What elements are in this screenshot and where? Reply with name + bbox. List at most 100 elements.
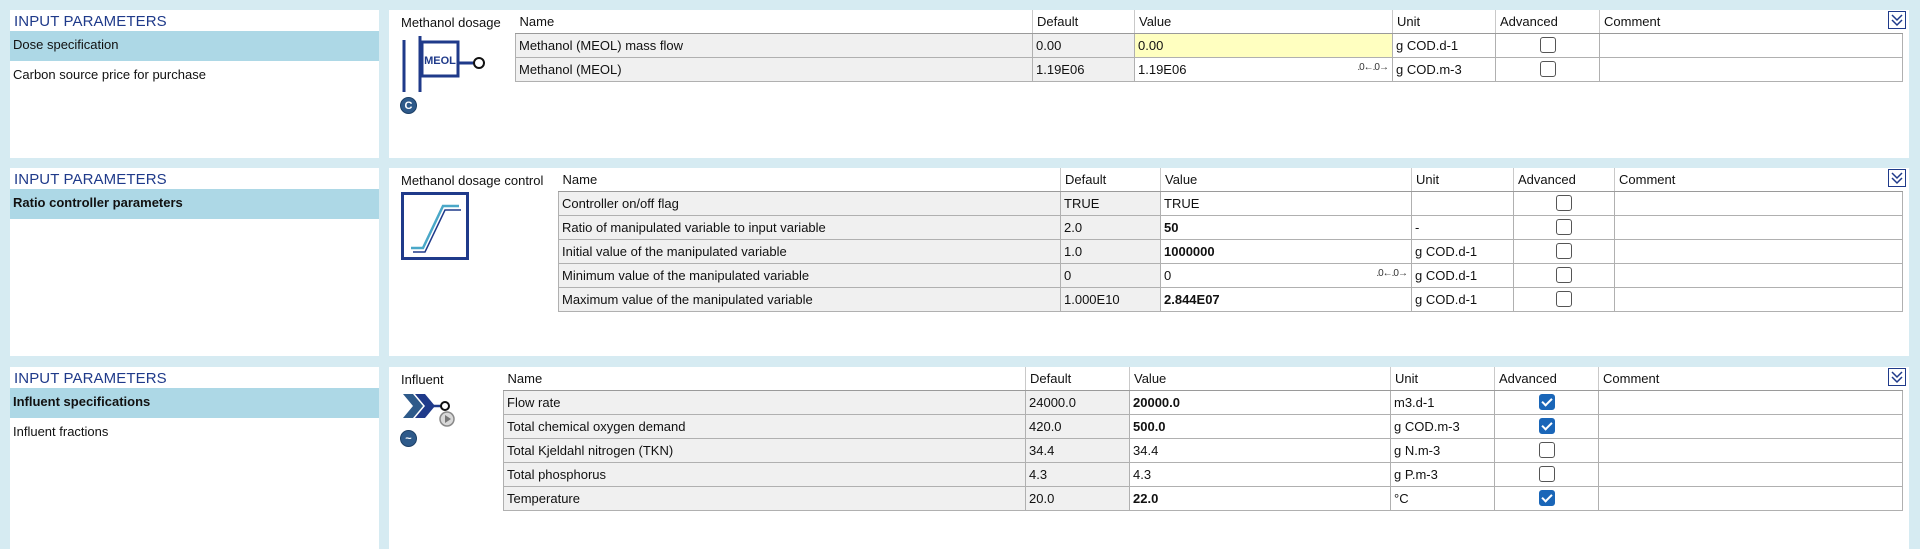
advanced-checkbox[interactable]	[1556, 243, 1572, 260]
collapse-expand-icon[interactable]	[1888, 11, 1906, 29]
advanced-checkbox[interactable]	[1539, 61, 1556, 78]
param-value-input[interactable]: 2.844E07	[1160, 286, 1412, 312]
advanced-cell	[1495, 56, 1600, 82]
column-header-advanced[interactable]: Advanced	[1513, 168, 1615, 192]
decimal-spin-icon[interactable]: .0←.0→	[1376, 268, 1408, 279]
comment-cell[interactable]	[1599, 56, 1903, 82]
advanced-checkbox[interactable]	[1538, 490, 1555, 507]
component-label: Methanol dosage	[401, 15, 501, 30]
input-parameters-title: INPUT PARAMETERS	[14, 370, 167, 387]
parameter-area: Influent ~ Name Default Value Unit Advan…	[389, 367, 1909, 549]
param-default: 34.4	[1025, 437, 1130, 463]
comment-cell[interactable]	[1598, 485, 1903, 511]
component-label: Methanol dosage control	[401, 173, 544, 188]
param-value-input[interactable]: 4.3	[1129, 461, 1391, 487]
param-value-input[interactable]: 0 .0←.0→	[1160, 262, 1412, 288]
advanced-checkbox[interactable]	[1556, 219, 1572, 236]
param-name: Minimum value of the manipulated variabl…	[558, 262, 1061, 288]
param-unit: g COD.d-1	[1411, 262, 1514, 288]
table-row: Minimum value of the manipulated variabl…	[558, 262, 1903, 288]
panel-methanol-dosage: INPUT PARAMETERS Dose specification Carb…	[0, 10, 1920, 158]
nav-item-influent-fractions[interactable]: Influent fractions	[10, 418, 379, 448]
param-default: 1.0	[1060, 238, 1161, 264]
table-row: Total phosphorus 4.3 4.3 g P.m-3	[503, 461, 1903, 487]
param-default: 4.3	[1025, 461, 1130, 487]
advanced-cell	[1513, 286, 1615, 312]
param-value-input[interactable]: 20000.0	[1129, 389, 1391, 415]
decimal-spin-icon[interactable]: .0←.0→	[1357, 62, 1389, 73]
column-header-value[interactable]: Value	[1134, 10, 1393, 34]
param-value-input[interactable]: 0.00	[1134, 32, 1393, 58]
param-unit: g COD.d-1	[1392, 32, 1496, 58]
nav-item-carbon-source-price[interactable]: Carbon source price for purchase	[10, 61, 379, 91]
column-header-name[interactable]: Name	[503, 367, 1026, 391]
influent-icon	[401, 390, 461, 433]
param-value-input[interactable]: 22.0	[1129, 485, 1391, 511]
nav-item-ratio-controller-parameters[interactable]: Ratio controller parameters	[10, 189, 379, 219]
column-header-advanced[interactable]: Advanced	[1494, 367, 1599, 391]
param-default: TRUE	[1060, 190, 1161, 216]
comment-cell[interactable]	[1599, 32, 1903, 58]
param-unit: m3.d-1	[1390, 389, 1495, 415]
nav-item-influent-specifications[interactable]: Influent specifications	[10, 388, 379, 418]
advanced-checkbox[interactable]	[1538, 466, 1555, 483]
comment-cell[interactable]	[1598, 389, 1903, 415]
collapse-expand-icon[interactable]	[1888, 368, 1906, 386]
advanced-checkbox[interactable]	[1538, 394, 1555, 411]
param-value-input[interactable]: 50	[1160, 214, 1412, 240]
param-value-input[interactable]: 500.0	[1129, 413, 1391, 439]
column-header-name[interactable]: Name	[558, 168, 1061, 192]
column-header-comment[interactable]: Comment	[1614, 168, 1903, 192]
table-row: Maximum value of the manipulated variabl…	[558, 286, 1903, 312]
param-default: 24000.0	[1025, 389, 1130, 415]
column-header-advanced[interactable]: Advanced	[1495, 10, 1600, 34]
column-header-default[interactable]: Default	[1025, 367, 1130, 391]
param-unit: g N.m-3	[1390, 437, 1495, 463]
comment-cell[interactable]	[1598, 437, 1903, 463]
advanced-cell	[1513, 214, 1615, 240]
param-value-input[interactable]: 1000000	[1160, 238, 1412, 264]
advanced-cell	[1494, 437, 1599, 463]
advanced-checkbox[interactable]	[1556, 195, 1572, 212]
column-header-name[interactable]: Name	[515, 10, 1033, 34]
param-value-input[interactable]: TRUE	[1160, 190, 1412, 216]
comment-cell[interactable]	[1614, 214, 1903, 240]
column-header-unit[interactable]: Unit	[1411, 168, 1514, 192]
comment-cell[interactable]	[1598, 461, 1903, 487]
comment-cell[interactable]	[1598, 413, 1903, 439]
param-default: 2.0	[1060, 214, 1161, 240]
column-header-unit[interactable]: Unit	[1390, 367, 1495, 391]
advanced-checkbox[interactable]	[1556, 267, 1572, 284]
comment-cell[interactable]	[1614, 262, 1903, 288]
comment-cell[interactable]	[1614, 238, 1903, 264]
advanced-cell	[1513, 262, 1615, 288]
c-badge-icon: C	[400, 97, 417, 114]
column-header-value[interactable]: Value	[1160, 168, 1412, 192]
param-unit: g COD.m-3	[1390, 413, 1495, 439]
param-value-input[interactable]: 34.4	[1129, 437, 1391, 463]
param-default: 0	[1060, 262, 1161, 288]
advanced-cell	[1513, 238, 1615, 264]
table-row: Flow rate 24000.0 20000.0 m3.d-1	[503, 389, 1903, 415]
param-name: Total Kjeldahl nitrogen (TKN)	[503, 437, 1026, 463]
advanced-checkbox[interactable]	[1539, 37, 1556, 54]
column-header-comment[interactable]: Comment	[1599, 10, 1903, 34]
advanced-checkbox[interactable]	[1538, 418, 1555, 435]
nav-item-dose-specification[interactable]: Dose specification	[10, 31, 379, 61]
column-header-default[interactable]: Default	[1060, 168, 1161, 192]
advanced-checkbox[interactable]	[1538, 442, 1555, 459]
advanced-cell	[1494, 461, 1599, 487]
column-header-comment[interactable]: Comment	[1598, 367, 1903, 391]
param-value-input[interactable]: 1.19E06 .0←.0→	[1134, 56, 1393, 82]
comment-cell[interactable]	[1614, 286, 1903, 312]
param-value-text: 0	[1164, 267, 1172, 283]
param-name: Total phosphorus	[503, 461, 1026, 487]
column-header-unit[interactable]: Unit	[1392, 10, 1496, 34]
param-name: Flow rate	[503, 389, 1026, 415]
comment-cell[interactable]	[1614, 190, 1903, 216]
component-label: Influent	[401, 372, 444, 387]
column-header-default[interactable]: Default	[1032, 10, 1135, 34]
column-header-value[interactable]: Value	[1129, 367, 1391, 391]
collapse-expand-icon[interactable]	[1888, 169, 1906, 187]
advanced-checkbox[interactable]	[1556, 291, 1572, 308]
